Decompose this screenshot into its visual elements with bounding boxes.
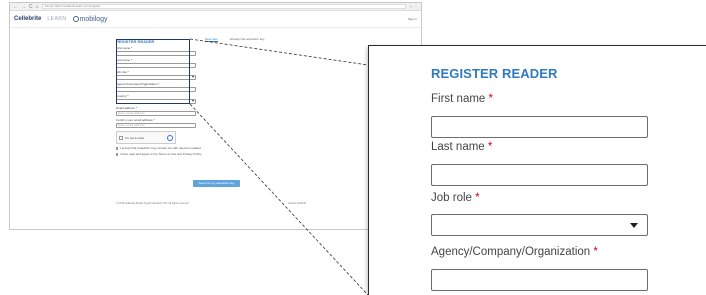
learn-logo: LEARN: [47, 16, 67, 22]
required-marker: *: [593, 246, 598, 258]
browser-window: ← → C ⌂ Secure https://celebrite-learn.c…: [9, 2, 422, 230]
consent-updates: I accept that Cellebrite may contact me …: [116, 146, 201, 150]
consent-updates-label: I accept that Cellebrite may contact me …: [120, 146, 202, 150]
address-bar[interactable]: Secure https://celebrite-learn.com/regis…: [41, 4, 407, 9]
tab-activation-key[interactable]: Already has activation key: [230, 37, 265, 42]
register-tabs: New user Already has activation key: [205, 37, 265, 42]
mobilogy-logo[interactable]: mobilogy: [72, 15, 108, 23]
consent-terms-label: I have read and agree to the Terms of Us…: [120, 152, 202, 156]
consent-updates-checkbox[interactable]: [116, 146, 118, 150]
last-name-label: Last name *: [431, 141, 492, 153]
version-text: Version 2018.06: [287, 202, 306, 205]
dropdown-caret-icon: [630, 223, 638, 228]
recaptcha-label: I'm not a robot: [125, 135, 145, 140]
mobilogy-mark-icon: [72, 15, 79, 22]
consent-terms: I have read and agree to the Terms of Us…: [116, 152, 202, 156]
first-name-label-text: First name: [431, 93, 486, 105]
home-icon[interactable]: ⌂: [36, 4, 39, 10]
copyright-text: © 2018 Cellebrite Mobile Synchronization…: [116, 202, 190, 205]
reload-icon[interactable]: C: [29, 4, 33, 10]
browser-menu-icon[interactable]: ☆ ⋮: [409, 4, 418, 9]
job-role-select[interactable]: [431, 214, 648, 236]
consent-terms-checkbox[interactable]: [116, 152, 118, 156]
zoomed-register-form: REGISTER READER First name * Last name *…: [368, 45, 706, 295]
required-marker: *: [487, 141, 493, 153]
agency-label-text: Agency/Company/Organization: [431, 246, 591, 258]
first-name-label: First name *: [431, 93, 493, 105]
browser-toolbar: ← → C ⌂ Secure https://celebrite-learn.c…: [10, 3, 421, 11]
required-marker: *: [475, 192, 480, 204]
send-activation-key-button[interactable]: Send me my activation key: [193, 180, 240, 187]
recaptcha-logo-icon: [167, 134, 173, 141]
mini-email-label: Email address *: [116, 106, 138, 110]
zoom-highlight-box: [116, 39, 190, 104]
mini-confirm-email-label: Confirm your email address *: [116, 118, 155, 122]
site-header: Cellebrite LEARN mobilogy Sign in: [10, 11, 421, 28]
forward-icon[interactable]: →: [21, 4, 26, 10]
job-role-label-text: Job role: [431, 192, 472, 204]
agency-input[interactable]: [431, 269, 648, 291]
last-name-input[interactable]: [431, 164, 648, 186]
back-icon[interactable]: ←: [13, 4, 18, 10]
agency-label: Agency/Company/Organization *: [431, 246, 598, 258]
mini-confirm-email-input[interactable]: Enter email address: [116, 123, 196, 128]
job-role-label: Job role *: [431, 192, 480, 204]
recaptcha-checkbox[interactable]: [119, 135, 123, 140]
zoom-form-title: REGISTER READER: [431, 66, 558, 81]
last-name-label-text: Last name: [431, 141, 485, 153]
first-name-input[interactable]: [431, 116, 648, 138]
mobilogy-label: mobilogy: [79, 15, 108, 23]
tab-new-user[interactable]: New user: [205, 37, 218, 42]
cellebrite-logo[interactable]: Cellebrite: [14, 16, 41, 22]
signin-link[interactable]: Sign in: [408, 17, 417, 21]
recaptcha-widget: I'm not a robot: [116, 131, 176, 144]
mini-email-input[interactable]: Enter email address: [116, 111, 196, 116]
required-marker: *: [488, 93, 494, 105]
mini-footer: © 2018 Cellebrite Mobile Synchronization…: [116, 202, 306, 205]
